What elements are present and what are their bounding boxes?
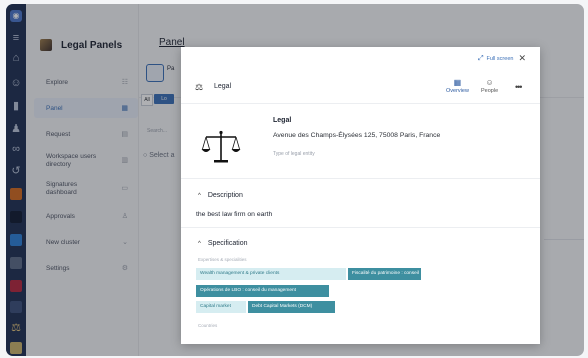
expertise-tag: Wealth management & private clients xyxy=(196,268,346,280)
entity-modal: ⤢ Full screen ✕ ⚖ Legal ▦ Overview ☺ Peo… xyxy=(181,47,540,344)
close-icon[interactable]: ✕ xyxy=(518,53,526,64)
tab-people[interactable]: ☺ People xyxy=(481,78,498,94)
specification-heading: Specification xyxy=(207,240,248,247)
modal-title: Legal xyxy=(214,83,232,90)
entity-address: Avenue des Champs-Élysées 125, 75008 Par… xyxy=(273,132,441,139)
expertise-tag: Capital market xyxy=(196,301,246,313)
tab-people-label: People xyxy=(481,88,499,94)
more-options-icon[interactable]: ••• xyxy=(515,82,523,92)
scales-icon: ⚖ xyxy=(195,82,204,92)
tab-overview[interactable]: ▦ Overview xyxy=(446,78,469,94)
people-icon: ☺ xyxy=(485,78,494,87)
divider xyxy=(181,178,540,179)
modal-header: ⚖ Legal ▦ Overview ☺ People ••• xyxy=(181,69,540,104)
expertise-tag: Debt Capital Markets (DCM) xyxy=(248,301,335,313)
fullscreen-label: Full screen xyxy=(486,55,514,62)
description-heading: Description xyxy=(207,192,243,199)
entity-name: Legal xyxy=(273,117,292,124)
scales-of-justice-icon xyxy=(201,130,241,163)
specification-toggle[interactable]: ^ Specification xyxy=(198,240,248,247)
chevron-up-icon: ^ xyxy=(198,192,201,199)
fullscreen-button[interactable]: ⤢ Full screen ✕ xyxy=(478,53,526,64)
building-icon: ▦ xyxy=(453,78,462,87)
divider xyxy=(181,227,540,228)
expand-icon: ⤢ xyxy=(477,54,484,62)
expertise-tag: Fiscalité du patrimoine : conseil xyxy=(348,268,421,280)
expertise-tag: Opérations de LBO : conseil du managemen… xyxy=(196,285,329,297)
description-text: the best law firm on earth xyxy=(196,211,273,218)
tab-overview-label: Overview xyxy=(446,88,469,94)
countries-label: Countries xyxy=(198,323,218,328)
expertise-label: Expertises & specialities xyxy=(198,257,247,262)
entity-type-label: Type of legal entity xyxy=(273,151,315,157)
description-toggle[interactable]: ^ Description xyxy=(198,192,243,199)
chevron-up-icon: ^ xyxy=(198,240,201,247)
